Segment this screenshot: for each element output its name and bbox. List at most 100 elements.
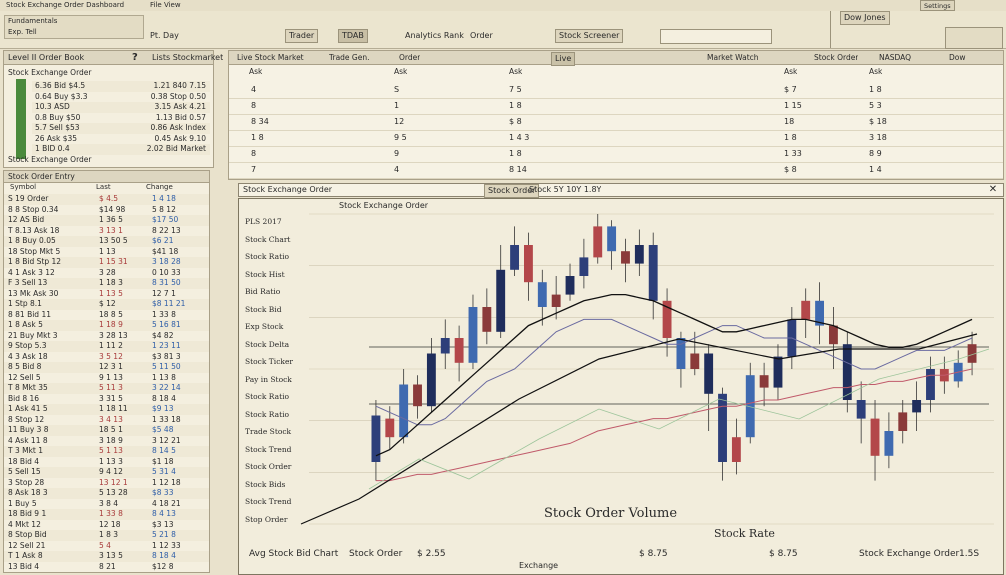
toolbar-item[interactable]: Analytics Rank	[405, 31, 464, 40]
right-link[interactable]: Dow	[949, 53, 966, 62]
watchlist-row[interactable]: 9 Stop 5.3 1 11 21 23 11	[4, 341, 209, 352]
watchlist-row[interactable]: 1 Ask 41 5 1 18 11 $9 13	[4, 404, 209, 415]
toolbar-search-box[interactable]	[660, 29, 772, 44]
watchlist-row[interactable]: 4 1 Ask 3 12 3 28 0 10 33	[4, 268, 209, 279]
candle-body[interactable]	[704, 353, 714, 394]
chart-range-chip[interactable]: Stock 5Y 10Y 1.8Y	[529, 185, 601, 194]
candle-body[interactable]	[856, 400, 866, 419]
candle-body[interactable]	[399, 384, 409, 438]
candle-body[interactable]	[565, 276, 575, 295]
order-book-row[interactable]: 10.3 ASD 3.15 Ask 4.21	[32, 102, 210, 113]
watchlist-row[interactable]: 12 Sell 21 5 4 1 12 33	[4, 541, 209, 552]
candle-body[interactable]	[634, 245, 644, 264]
candle-body[interactable]	[773, 356, 783, 388]
order-book-row[interactable]: 1 BID 0.4 2.02 Bid Market	[32, 144, 210, 155]
toolbar-item[interactable]: Fundamentals	[8, 17, 57, 25]
watchlist-row[interactable]: 21 Buy Mkt 3 3 28 13 $4 82	[4, 331, 209, 342]
watchlist-row[interactable]: 18 Stop Mkt 5 1 13 $41 18	[4, 247, 209, 258]
right-link[interactable]: Market Watch	[707, 53, 759, 62]
order-grid-row[interactable]: 4 S 7 5 $ 7 1 8	[229, 83, 1003, 99]
column-header[interactable]: Ask	[784, 67, 797, 76]
column-header[interactable]: Symbol	[10, 183, 36, 191]
watchlist-row[interactable]: T 1 Ask 8 3 13 5 8 18 4	[4, 551, 209, 562]
watchlist-row[interactable]: T 3 Mkt 1 5 1 13 8 14 5	[4, 446, 209, 457]
candle-body[interactable]	[468, 307, 478, 363]
candle-body[interactable]	[523, 245, 533, 283]
right-link[interactable]: Stock Order	[814, 53, 858, 62]
watchlist-row[interactable]: 8 81 Bid 11 18 8 5 1 33 8	[4, 310, 209, 321]
candle-body[interactable]	[551, 294, 561, 307]
candle-body[interactable]	[482, 307, 492, 332]
column-header[interactable]: Ask	[869, 67, 882, 76]
order-grid-row[interactable]: 1 8 9 5 1 4 3 1 8 3 18	[229, 131, 1003, 147]
watchlist-row[interactable]: 5 Sell 15 9 4 12 5 31 4	[4, 467, 209, 478]
candle-body[interactable]	[648, 245, 658, 301]
watchlist-row[interactable]: Bid 8 16 3 31 5 8 18 4	[4, 394, 209, 405]
order-grid-row[interactable]: 8 9 1 8 1 33 8 9	[229, 147, 1003, 163]
candle-body[interactable]	[496, 269, 506, 332]
watchlist-row[interactable]: 12 AS Bid 1 36 5 $17 50	[4, 215, 209, 226]
column-header[interactable]: Last	[96, 183, 111, 191]
candle-body[interactable]	[828, 325, 838, 345]
candle-body[interactable]	[884, 431, 894, 456]
watchlist-row[interactable]: 1 Buy 5 3 8 4 4 18 21	[4, 499, 209, 510]
watchlist-row[interactable]: 8 Stop Bid 1 8 3 5 21 8	[4, 530, 209, 541]
order-book-row[interactable]: 26 Ask $35 0.45 Ask 9.10	[32, 134, 210, 145]
watchlist-row[interactable]: 18 Bid 4 1 13 3 $1 18	[4, 457, 209, 468]
watchlist-row[interactable]: 12 Sell 5 9 1 13 1 13 8	[4, 373, 209, 384]
candle-body[interactable]	[870, 418, 880, 456]
column-header[interactable]: Change	[146, 183, 173, 191]
candle-body[interactable]	[926, 369, 935, 400]
watchlist-row[interactable]: T 8.13 Ask 18 3 13 1 8 22 13	[4, 226, 209, 237]
watchlist-row[interactable]: 8 5 Bid 8 12 3 1 5 11 50	[4, 362, 209, 373]
tab-trade-gen[interactable]: Trade Gen.	[329, 53, 369, 62]
watchlist-row[interactable]: 11 Buy 3 8 18 5 1 $5 48	[4, 425, 209, 436]
candle-body[interactable]	[898, 412, 908, 431]
candle-body[interactable]	[413, 384, 422, 407]
candle-body[interactable]	[912, 400, 922, 413]
watchlist-row[interactable]: 1 Stp 8.1 $ 12 $8 11 21	[4, 299, 209, 310]
candle-body[interactable]	[801, 300, 811, 320]
tab-live-market[interactable]: Live Stock Market	[237, 53, 304, 62]
candle-body[interactable]	[440, 338, 450, 354]
watchlist-row[interactable]: 8 Ask 18 3 5 13 28 $8 33	[4, 488, 209, 499]
order-book-row[interactable]: 5.7 Sell $53 0.86 Ask Index	[32, 123, 210, 134]
order-grid-row[interactable]: 8 1 1 8 1 15 5 3	[229, 99, 1003, 115]
order-book-row[interactable]: 0.8 Buy $50 1.13 Bid 0.57	[32, 113, 210, 124]
candle-body[interactable]	[537, 282, 547, 307]
right-link[interactable]: NASDAQ	[879, 53, 911, 62]
column-header[interactable]: Ask	[509, 67, 522, 76]
candle-body[interactable]	[385, 418, 395, 438]
dow-jones-button[interactable]: Dow Jones	[840, 11, 890, 25]
watchlist-row[interactable]: 1 8 Buy 0.05 13 50 5 $6 21	[4, 236, 209, 247]
help-icon[interactable]: ?	[132, 52, 138, 63]
candle-body[interactable]	[510, 245, 520, 270]
order-book-row[interactable]: 0.64 Buy $3.3 0.38 Stop 0.50	[32, 92, 210, 103]
column-header[interactable]: Ask	[394, 67, 407, 76]
settings-button[interactable]: Settings	[920, 0, 955, 11]
watchlist-row[interactable]: 1 8 Bid Stp 12 1 15 31 3 18 28	[4, 257, 209, 268]
watchlist-row[interactable]: 4 Ask 11 8 3 18 9 3 12 21	[4, 436, 209, 447]
watchlist-row[interactable]: S 19 Order $ 4.5 1 4 18	[4, 194, 209, 205]
order-book-row[interactable]: 6.36 Bid $4.5 1.21 840 7.15	[32, 81, 210, 92]
watchlist-row[interactable]: 4 Mkt 12 12 18 $3 13	[4, 520, 209, 531]
close-icon[interactable]: ✕	[987, 184, 999, 196]
candle-body[interactable]	[842, 344, 852, 400]
toolbar-item[interactable]: Pt. Day	[150, 31, 179, 40]
candle-body[interactable]	[579, 257, 589, 276]
candle-body[interactable]	[731, 437, 741, 462]
order-grid-row[interactable]: 7 4 8 14 $ 8 1 4	[229, 163, 1003, 179]
watchlist-row[interactable]: 8 8 Stop 0.34 $14 98 5 8 12	[4, 205, 209, 216]
candle-body[interactable]	[718, 393, 727, 462]
watchlist-row[interactable]: 4 3 Ask 18 3 5 12 $3 81 3	[4, 352, 209, 363]
watchlist-row[interactable]: 18 Bid 9 1 1 33 8 8 4 13	[4, 509, 209, 520]
order-grid-row[interactable]: 8 34 12 $ 8 18 $ 18	[229, 115, 1003, 131]
column-header[interactable]: Ask	[249, 67, 262, 76]
tab-stockmarket[interactable]: Lists Stockmarket	[152, 53, 223, 62]
menu-view[interactable]: File View	[150, 1, 181, 9]
watchlist-row[interactable]: 8 Stop 12 3 4 13 1 33 18	[4, 415, 209, 426]
toolbar-item[interactable]: TDAB	[338, 29, 368, 43]
watchlist-row[interactable]: 13 Mk Ask 30 1 13 5 12 7 1	[4, 289, 209, 300]
watchlist-row[interactable]: F 3 Sell 13 1 18 3 8 31 50	[4, 278, 209, 289]
candle-body[interactable]	[426, 353, 436, 407]
